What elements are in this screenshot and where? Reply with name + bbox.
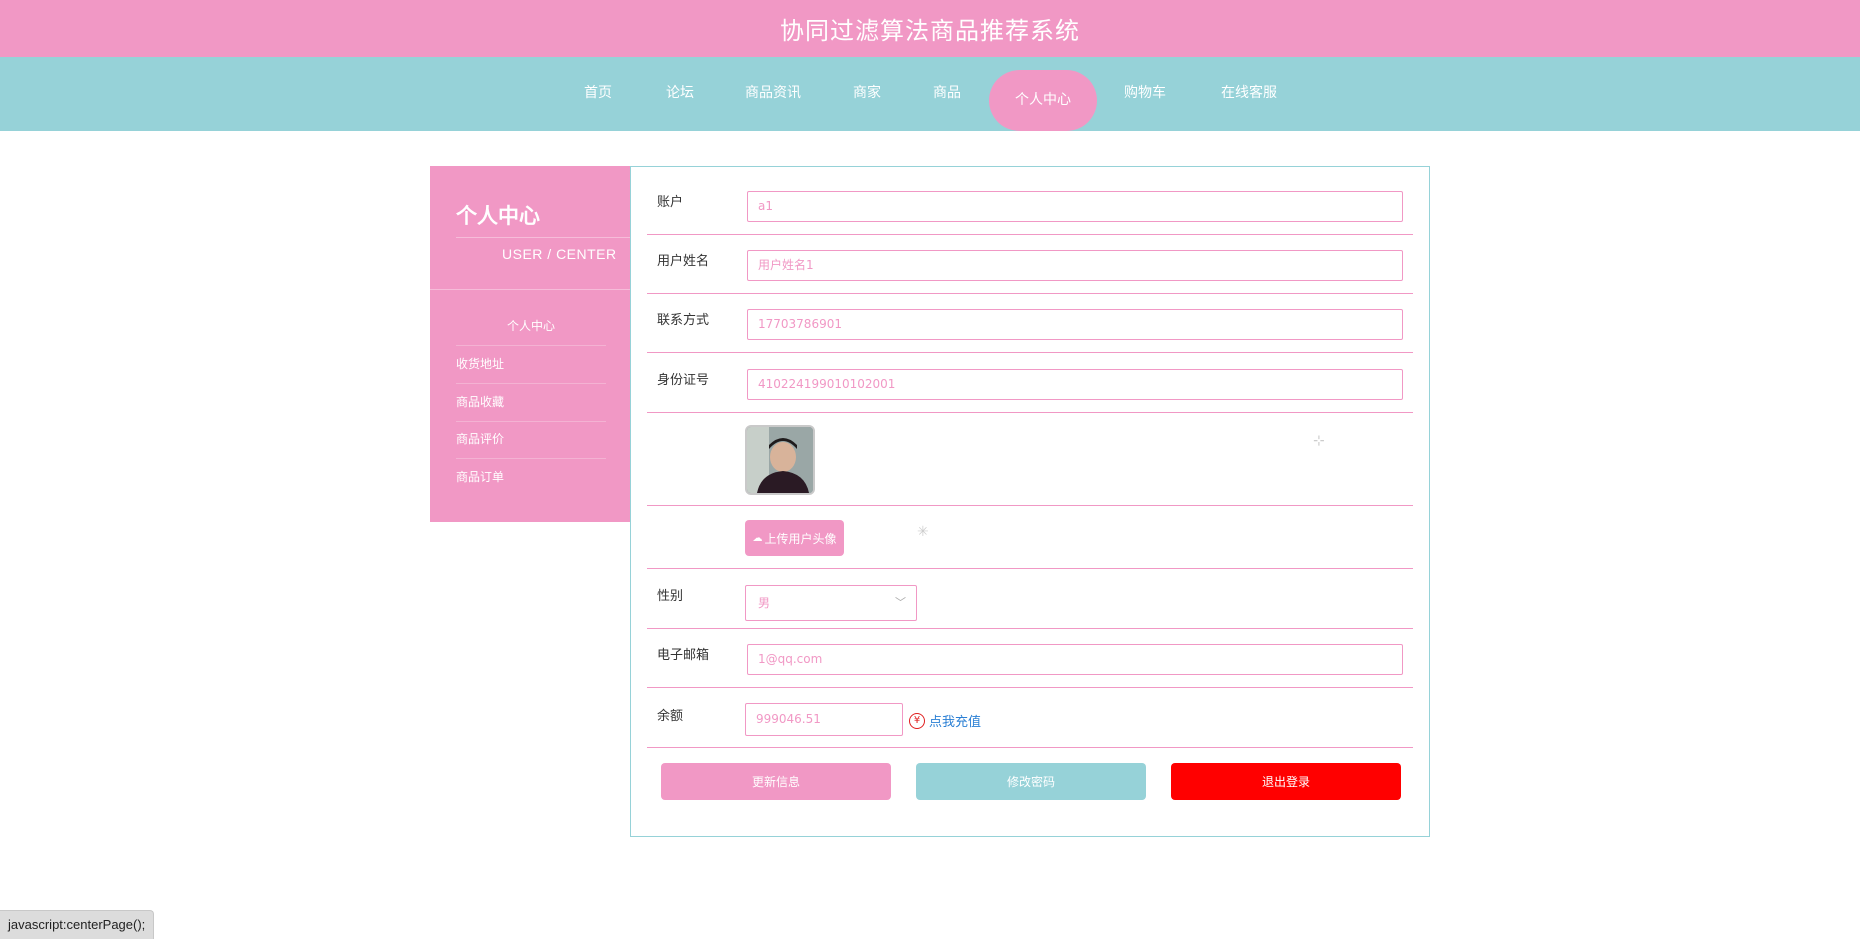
upload-avatar-label: 上传用户头像	[764, 531, 837, 546]
account-input[interactable]: a1	[747, 191, 1403, 222]
idcard-label: 身份证号	[657, 373, 710, 388]
form-row-balance: 余额 999046.51 ¥ 点我充值	[647, 688, 1413, 748]
gender-select[interactable]: 男 ﹀	[745, 585, 917, 621]
form-row-phone: 联系方式 17703786901	[647, 309, 1413, 353]
form-row-username: 用户姓名 用户姓名1	[647, 250, 1413, 294]
balance-input: 999046.51	[745, 703, 903, 736]
balance-label: 余额	[657, 709, 684, 724]
form-row-email: 电子邮箱 1@qq.com	[647, 644, 1413, 688]
loading-spinner-icon: ⊹	[1313, 433, 1325, 449]
nav-item-news[interactable]: 商品资讯	[721, 57, 825, 131]
sidebar-title: 个人中心	[456, 204, 540, 228]
sidebar-item-reviews[interactable]: 商品评价	[456, 421, 606, 459]
chevron-down-icon: ﹀	[895, 596, 906, 609]
sidebar-item-favorites[interactable]: 商品收藏	[456, 384, 606, 422]
nav-item-merchants[interactable]: 商家	[829, 57, 905, 131]
yen-icon: ¥	[909, 712, 925, 729]
form-row-gender: 性别 男 ﹀	[647, 569, 1413, 629]
sidebar-item-orders[interactable]: 商品订单	[456, 459, 606, 496]
sidebar-title-divider	[456, 237, 630, 238]
logout-button[interactable]: 退出登录	[1171, 763, 1401, 800]
browser-status-bar: javascript:centerPage();	[0, 910, 155, 939]
update-info-button[interactable]: 更新信息	[661, 763, 891, 800]
upload-avatar-button[interactable]: ☁ 上传用户头像	[745, 520, 844, 556]
account-label: 账户	[657, 195, 684, 210]
nav-item-home[interactable]: 首页	[560, 57, 636, 131]
nav-item-cart[interactable]: 购物车	[1100, 57, 1190, 131]
nav-item-forum[interactable]: 论坛	[642, 57, 718, 131]
main-nav: 首页 论坛 商品资讯 商家 商品 个人中心 购物车 在线客服	[0, 57, 1860, 131]
cloud-upload-icon: ☁	[752, 532, 763, 544]
user-avatar-image	[745, 425, 815, 495]
sidebar-item-address[interactable]: 收货地址	[456, 346, 606, 384]
loading-spinner-icon: ✳	[917, 524, 929, 540]
user-center-sidebar: 个人中心 USER / CENTER 个人中心 收货地址 商品收藏 商品评价 商…	[430, 166, 630, 522]
change-password-button[interactable]: 修改密码	[916, 763, 1146, 800]
form-row-idcard: 身份证号 410224199010102001	[647, 369, 1413, 413]
idcard-input[interactable]: 410224199010102001	[747, 369, 1403, 400]
site-title: 协同过滤算法商品推荐系统	[780, 17, 1080, 45]
sidebar-subtitle: USER / CENTER	[502, 246, 617, 262]
username-input[interactable]: 用户姓名1	[747, 250, 1403, 281]
site-title-bar: 协同过滤算法商品推荐系统	[0, 0, 1860, 57]
gender-label: 性别	[657, 589, 684, 604]
avatar-photo-icon	[747, 427, 813, 493]
gender-select-value: 男	[758, 596, 771, 610]
form-row-upload: ☁ 上传用户头像 ✳	[647, 506, 1413, 569]
nav-item-products[interactable]: 商品	[909, 57, 985, 131]
sidebar-item-user-center[interactable]: 个人中心	[456, 308, 606, 346]
profile-form: 账户 a1 用户姓名 用户姓名1 联系方式 17703786901 身份证号 4…	[630, 166, 1430, 837]
email-label: 电子邮箱	[657, 648, 710, 663]
nav-item-user-center[interactable]: 个人中心	[989, 70, 1097, 131]
form-row-avatar: ⊹	[647, 413, 1413, 506]
email-input[interactable]: 1@qq.com	[747, 644, 1403, 675]
form-row-account: 账户 a1	[647, 191, 1413, 235]
sidebar-divider	[430, 289, 630, 290]
recharge-label: 点我充值	[929, 715, 982, 730]
phone-input[interactable]: 17703786901	[747, 309, 1403, 340]
phone-label: 联系方式	[657, 313, 710, 328]
recharge-link[interactable]: ¥ 点我充值	[909, 711, 981, 730]
nav-item-online-service[interactable]: 在线客服	[1197, 57, 1301, 131]
username-label: 用户姓名	[657, 254, 710, 269]
